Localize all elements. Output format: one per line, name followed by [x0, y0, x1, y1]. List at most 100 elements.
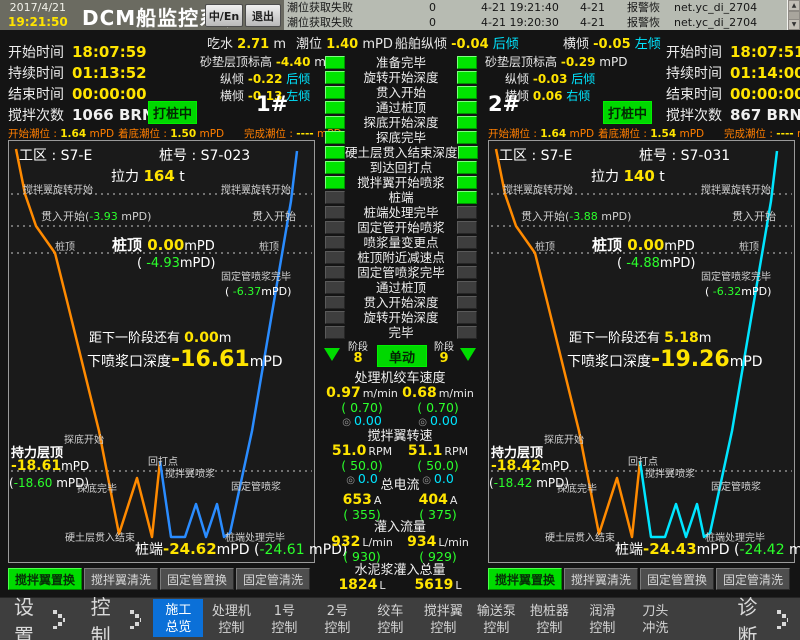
info-value: 00:00:00 — [730, 85, 800, 103]
info-row: 结束时间00:00:00 — [8, 84, 147, 104]
info-row: 搅拌次数867 BRN — [666, 105, 800, 125]
nav-menu-control[interactable]: 控制 — [91, 591, 124, 640]
nozzle-depth-value: -16.61 — [171, 347, 250, 372]
alarm-row[interactable]: 潮位获取失败04-21 19:20:304-21报警恢net.yc_di_270… — [284, 15, 800, 30]
pile-top-left-label: 桩顶 — [535, 242, 555, 253]
pile-end-alt-value: -24.42 — [739, 542, 784, 558]
chart-annotation: 搅拌翼旋转开始 — [221, 181, 291, 196]
nav-tab-绞车控制[interactable]: 绞车控制 — [365, 602, 415, 638]
nav-tab-line1: 施工 — [156, 602, 200, 619]
meter-unit: m/min — [363, 387, 398, 400]
next-stage-label: 距下一阶段还有 — [569, 331, 660, 346]
status-cell-right — [457, 311, 477, 324]
wing-grout-label: 搅拌翼喷浆 — [645, 469, 695, 480]
info-label: 持续时间 — [8, 66, 64, 82]
alarm-type: 报警恢 — [627, 0, 674, 15]
alarm-list[interactable]: 潮位获取失败04-21 19:21:404-21报警恢net.yc_di_270… — [284, 0, 800, 30]
status-list: 准备完毕旋转开始深度贯入开始通过桩顶探底开始深度探底完毕硬土层贯入结束深度到达回… — [320, 55, 480, 340]
nav-tab-刀头冲洗[interactable]: 刀头冲洗 — [630, 602, 680, 638]
alarm-row[interactable]: 潮位获取失败04-21 19:21:404-21报警恢net.yc_di_270… — [284, 0, 800, 15]
status-label: 桩顶附近减速点 — [345, 250, 457, 265]
wing-clean-button[interactable]: 搅拌翼清洗 — [564, 568, 638, 590]
status-row: 固定管喷浆完毕 — [320, 265, 480, 280]
chart-annotation: 桩顶 0.00mPD — [112, 234, 215, 255]
tide-label: 完成潮位 : — [244, 128, 293, 140]
pipe-clean-button[interactable]: 固定管清洗 — [236, 568, 310, 590]
nav-tab-2号控制[interactable]: 2号控制 — [312, 602, 362, 638]
status-cell-right — [457, 161, 477, 174]
probe-start-label: 探底开始 — [64, 435, 104, 446]
probe-done-label: 探底完毕 — [77, 484, 117, 495]
chart-annotation: 固定管喷浆完毕 — [701, 268, 771, 283]
pipe-clean-button[interactable]: 固定管清洗 — [716, 568, 790, 590]
pile-top-right-label: 桩顶 — [739, 242, 759, 253]
pile-top-alt-value: -4.88 — [626, 256, 660, 271]
meter-block: 灌入流量932L/min934L/min( 930)( 929) — [320, 520, 480, 563]
status-cell-right — [457, 296, 477, 309]
nav-tab-line2: 控制 — [315, 620, 359, 637]
chart-annotation: -18.42mPD — [491, 458, 569, 474]
chart-annotation: 固定管喷浆 — [231, 478, 281, 493]
pile-top-alt-value: -4.93 — [146, 256, 180, 271]
status-cell-right — [457, 206, 477, 219]
wing-replace-button[interactable]: 搅拌翼置换 — [488, 568, 562, 590]
info-value: 01:14:00 — [730, 64, 800, 82]
chart-annotation: 桩顶 — [535, 238, 555, 253]
meter-values: 1824L5619L — [320, 578, 480, 593]
alarm-tag: net.yc_di_2704 — [674, 0, 800, 15]
status-cell-right — [457, 116, 477, 129]
status-row: 贯入开始深度 — [320, 295, 480, 310]
exit-button[interactable]: 退出 — [245, 4, 281, 27]
meter-main-right: 404A — [400, 493, 476, 508]
nav-tab-施工总览[interactable]: 施工总览 — [153, 599, 203, 637]
info-value: 18:07:51 — [730, 43, 800, 61]
chart-annotation: 桩端-24.62mPD (-24.61 mPD) — [135, 539, 347, 559]
tide-unit: mPD — [680, 128, 705, 140]
meter-value: 51.0 — [332, 443, 367, 459]
fixed-grout-done-value: -6.32 — [713, 285, 741, 298]
nav-tab-抱桩器控制[interactable]: 抱桩器控制 — [524, 602, 574, 638]
bearing-layer-unit: mPD — [541, 459, 569, 473]
single-mode-button[interactable]: 单动 — [377, 345, 427, 367]
status-cell-right — [457, 266, 477, 279]
sand-elevation-row: 砂垫层顶标高 -0.29 mPD — [485, 54, 627, 71]
nav-tab-输送泵控制[interactable]: 输送泵控制 — [471, 602, 521, 638]
status-label: 探底开始深度 — [345, 115, 457, 130]
alarm-scrollbar[interactable]: ▲ ▼ — [787, 0, 800, 30]
chart-annotation: 探底完毕 — [77, 480, 117, 495]
meter-unit: m/min — [439, 387, 474, 400]
nav-menu-diagnosis[interactable]: 诊断 — [737, 591, 770, 640]
nav-tab-1号控制[interactable]: 1号控制 — [259, 602, 309, 638]
rotate-start-right-label: 搅拌翼旋转开始 — [701, 185, 771, 196]
fixed-grout-label: 固定管喷浆 — [231, 482, 281, 493]
tide-readout: 开始潮位 : 1.64 mPD — [488, 126, 594, 141]
meter-value: 653 — [343, 492, 372, 508]
sand-unit: mPD — [599, 55, 627, 69]
status-row: 准备完毕 — [320, 55, 480, 70]
stage-arrow-left-icon — [324, 348, 340, 361]
status-cell-right — [457, 56, 477, 69]
status-label: 硬土层贯入结束深度 — [345, 145, 458, 160]
status-cell-left — [325, 236, 345, 249]
wing-clean-button[interactable]: 搅拌翼清洗 — [84, 568, 158, 590]
nav-tab-处理机控制[interactable]: 处理机控制 — [206, 602, 256, 638]
meter-main-right: 0.68m/min — [400, 386, 476, 401]
meter-unit: RPM — [444, 445, 468, 458]
status-cell-right — [457, 176, 477, 189]
target-icon: ◎ — [418, 417, 427, 428]
nav-menu-settings[interactable]: 设置 — [14, 591, 47, 640]
wing-replace-button[interactable]: 搅拌翼置换 — [8, 568, 82, 590]
scroll-down-icon[interactable]: ▼ — [788, 19, 800, 30]
nav-tab-润滑控制[interactable]: 润滑控制 — [577, 602, 627, 638]
meter-unit: RPM — [368, 445, 392, 458]
pipe-replace-button[interactable]: 固定管置换 — [640, 568, 714, 590]
language-toggle-button[interactable]: 中/En — [205, 4, 243, 27]
chart-annotation: 下喷浆口深度-16.61mPD — [87, 347, 283, 372]
stage-arrow-right-icon — [460, 348, 476, 361]
tide-value: 1.50 — [170, 128, 196, 140]
scroll-up-icon[interactable]: ▲ — [788, 0, 800, 11]
pipe-replace-button[interactable]: 固定管置换 — [160, 568, 234, 590]
tide-label: 开始潮位 : — [488, 128, 537, 140]
status-cell-left — [325, 176, 345, 189]
nav-tab-搅拌翼控制[interactable]: 搅拌翼控制 — [418, 602, 468, 638]
